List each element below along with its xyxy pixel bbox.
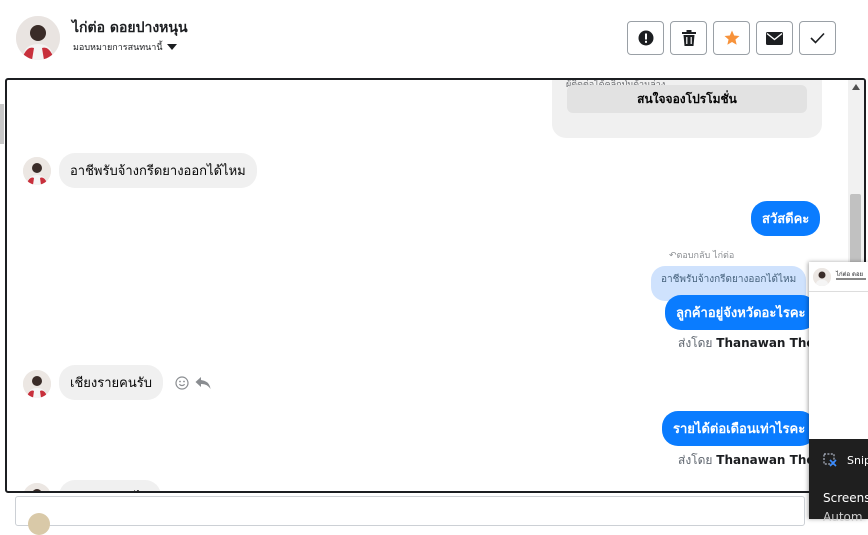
message-thread[interactable]: ผู้ติดต่อได้คลิกปุ่มด้านล่าง สนใจจองโปรโ… [5, 78, 866, 493]
check-icon [810, 32, 825, 44]
incoming-message[interactable]: อาชีพรับจ้างกรีดยางออกได้ไหม [59, 153, 257, 188]
scroll-thumb[interactable] [850, 194, 861, 264]
sent-by-label: ส่งโดย Thanawan Thon [678, 336, 824, 350]
taskbar-menu: Snip Screens Autom [809, 439, 868, 524]
preview-avatar [813, 268, 831, 286]
star-icon [724, 30, 739, 45]
menu-item-screenshot[interactable]: Screens [823, 491, 868, 505]
window-preview-popup[interactable]: ไก่ต่อ ดอย Snip Screens Autom [809, 262, 868, 524]
emoji-reaction-icon[interactable] [175, 376, 189, 390]
mail-icon [766, 31, 783, 45]
snip-label[interactable]: Snip [847, 454, 868, 467]
scroll-up-arrow-icon[interactable] [852, 84, 860, 90]
conversation-header: ไก่ต่อ ดอยปางหนุน มอบหมายการสนทนานี้ [0, 0, 868, 78]
preview-header: ไก่ต่อ ดอย [809, 262, 868, 292]
sent-by-name: Thanawan Thon [716, 453, 824, 467]
sent-by-label: ส่งโดย Thanawan Thon [678, 453, 824, 467]
incoming-message[interactable]: เชียงรายคนรับ [59, 365, 163, 400]
trash-icon [681, 30, 696, 46]
mark-done-button[interactable] [799, 21, 836, 55]
contact-avatar[interactable] [16, 16, 60, 60]
outgoing-message[interactable]: รายได้ต่อเดือนเท่าไรคะ [662, 411, 817, 446]
mark-spam-button[interactable] [627, 21, 664, 55]
message-actions [175, 376, 211, 390]
snip-tool-icon [823, 453, 837, 467]
contact-name: ไก่ต่อ ดอยปางหนุน [72, 20, 188, 36]
reply-label: ↶ตอบกลับ ไก่ต่อ [669, 251, 735, 261]
delete-button[interactable] [670, 21, 707, 55]
sender-avatar [23, 157, 51, 185]
preview-subtitle [836, 278, 866, 280]
incoming-message[interactable]: ข้อความถัดไป [59, 480, 161, 491]
left-scroll-edge [0, 104, 4, 144]
outgoing-message[interactable]: ลูกค้าอยู่จังหวัดอะไรคะ [665, 295, 817, 330]
mark-unread-button[interactable] [756, 21, 793, 55]
sent-by-name: Thanawan Thon [716, 336, 824, 350]
assign-dropdown[interactable]: มอบหมายการสนทนานี้ [73, 40, 177, 54]
reply-arrow-icon: ↶ [669, 251, 677, 261]
sender-avatar [23, 483, 51, 491]
menu-item-autom[interactable]: Autom [823, 510, 863, 524]
caret-down-icon [166, 44, 177, 50]
star-button[interactable] [713, 21, 750, 55]
reply-icon[interactable] [195, 376, 211, 390]
card-action-button[interactable]: สนใจจองโปรโมชั่น [567, 85, 807, 113]
sender-avatar [23, 370, 51, 398]
message-composer[interactable] [15, 496, 805, 535]
alert-icon [638, 30, 653, 46]
quick-reply-card: ผู้ติดต่อได้คลิกปุ่มด้านล่าง สนใจจองโปรโ… [552, 80, 822, 138]
page-avatar [28, 513, 50, 535]
conversation-toolbar [627, 21, 836, 55]
outgoing-message[interactable]: สวัสดีคะ [751, 201, 821, 236]
assign-label: มอบหมายการสนทนานี้ [73, 43, 163, 53]
